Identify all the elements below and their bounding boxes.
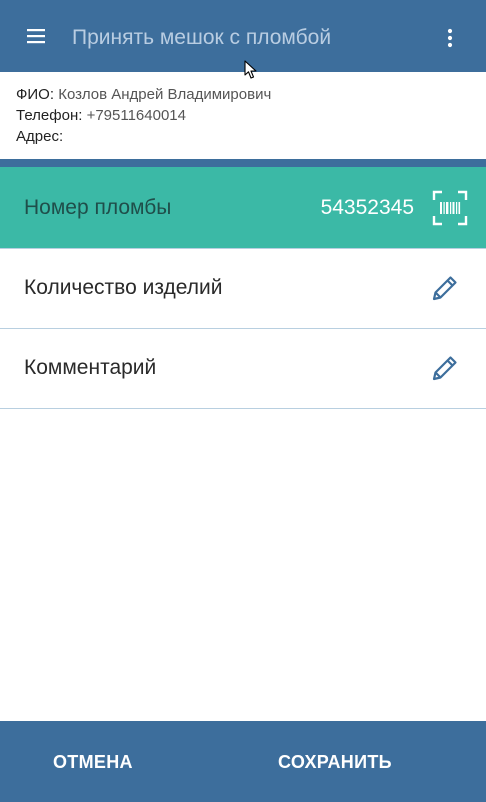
phone-row: Телефон: +79511640014 bbox=[16, 105, 271, 126]
comment-field-label: Комментарий bbox=[24, 356, 157, 379]
barcode-scan-icon bbox=[432, 190, 468, 226]
quantity-field-label: Количество изделий bbox=[24, 276, 223, 299]
phone-label: Телефон: bbox=[16, 107, 83, 124]
section-divider bbox=[0, 159, 486, 167]
cancel-button[interactable]: ОТМЕНА bbox=[53, 751, 133, 773]
app-bar: Принять мешок с пломбой bbox=[0, 0, 486, 72]
menu-button[interactable] bbox=[18, 18, 54, 54]
pencil-edit-icon[interactable] bbox=[430, 353, 460, 383]
fio-value: Козлов Андрей Владимирович bbox=[58, 86, 272, 103]
address-row: Адрес: bbox=[16, 126, 271, 147]
comment-field-row[interactable]: Комментарий bbox=[0, 329, 486, 409]
quantity-field-row[interactable]: Количество изделий bbox=[0, 249, 486, 329]
pencil-edit-icon[interactable] bbox=[430, 273, 460, 303]
address-label: Адрес: bbox=[16, 128, 64, 145]
more-options-button[interactable] bbox=[436, 22, 464, 54]
save-button[interactable]: СОХРАНИТЬ bbox=[278, 751, 392, 773]
hamburger-menu-icon bbox=[27, 29, 45, 44]
seal-number-value: 54352345 bbox=[320, 196, 414, 219]
fio-label: ФИО: bbox=[16, 86, 55, 103]
customer-info: ФИО: Козлов Андрей Владимирович Телефон:… bbox=[16, 84, 271, 147]
page-title: Принять мешок с пломбой bbox=[72, 26, 332, 49]
fio-row: ФИО: Козлов Андрей Владимирович bbox=[16, 84, 271, 105]
scan-barcode-button[interactable] bbox=[432, 190, 468, 226]
seal-number-label: Номер пломбы bbox=[24, 196, 172, 219]
app-screen: Принять мешок с пломбой ФИО: Козлов Андр… bbox=[0, 0, 486, 802]
phone-value: +79511640014 bbox=[86, 107, 186, 124]
more-vert-icon bbox=[447, 28, 453, 48]
